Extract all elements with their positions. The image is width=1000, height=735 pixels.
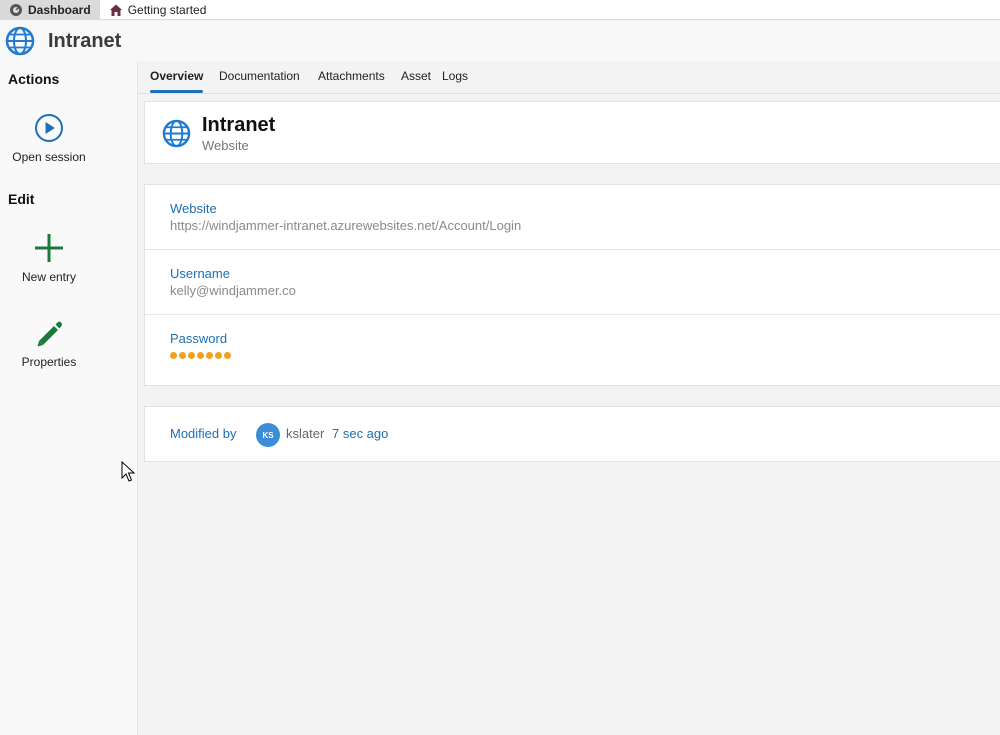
entry-summary-panel: Intranet Website [144, 101, 1000, 164]
modified-time[interactable]: 7 sec ago [332, 426, 388, 441]
properties-button[interactable]: Properties [0, 317, 98, 369]
password-dot [179, 352, 186, 359]
entry-name: Intranet [202, 114, 276, 136]
password-field: Password [145, 315, 1000, 380]
password-dot [224, 352, 231, 359]
modified-by-user: kslater [286, 426, 325, 441]
tab-attachments[interactable]: Attachments [318, 69, 385, 83]
header-title: Intranet [48, 29, 122, 52]
sidebar: Actions Open session Edit New entry Prop… [0, 61, 138, 735]
tab-asset[interactable]: Asset [401, 69, 431, 83]
open-session-button[interactable]: Open session [0, 112, 98, 164]
password-masked-value[interactable] [170, 352, 231, 359]
tab-logs[interactable]: Logs [442, 69, 468, 83]
username-value[interactable]: kelly@windjammer.co [170, 283, 296, 298]
globe-icon [5, 26, 35, 56]
plus-icon [35, 234, 63, 262]
tab-overview[interactable]: Overview [150, 69, 203, 83]
properties-label: Properties [21, 355, 77, 369]
website-label: Website [170, 201, 217, 216]
website-field: Website https://windjammer-intranet.azur… [145, 185, 1000, 250]
active-tab-indicator [150, 90, 203, 93]
pencil-icon [37, 321, 62, 347]
password-dot [170, 352, 177, 359]
document-tab-bar: Dashboard Getting started [0, 0, 1000, 20]
main-content: Overview Documentation Attachments Asset… [138, 61, 1000, 735]
modified-by-label: Modified by [170, 426, 237, 441]
home-icon [109, 4, 122, 16]
password-dot [197, 352, 204, 359]
username-field: Username kelly@windjammer.co [145, 250, 1000, 315]
new-entry-label: New entry [21, 270, 77, 284]
entry-tab-bar: Overview Documentation Attachments Asset… [138, 61, 1000, 94]
password-dot [188, 352, 195, 359]
dashboard-icon [10, 3, 22, 16]
play-icon [35, 114, 63, 142]
tab-documentation[interactable]: Documentation [219, 69, 300, 83]
edit-section-title: Edit [8, 191, 35, 207]
password-dot [206, 352, 213, 359]
new-entry-button[interactable]: New entry [0, 232, 98, 284]
website-value[interactable]: https://windjammer-intranet.azurewebsite… [170, 218, 521, 233]
globe-icon [162, 119, 191, 148]
doc-tab-dashboard[interactable]: Dashboard [0, 0, 100, 19]
username-label: Username [170, 266, 230, 281]
open-session-label: Open session [12, 150, 86, 164]
doc-tab-label: Getting started [127, 2, 207, 17]
entry-fields-panel: Website https://windjammer-intranet.azur… [144, 184, 1000, 386]
entry-type: Website [202, 138, 249, 153]
doc-tab-label: Dashboard [28, 2, 91, 17]
password-dot [215, 352, 222, 359]
modified-by-panel: Modified by KS kslater 7 sec ago [144, 406, 1000, 462]
entry-header: Intranet [0, 21, 1000, 61]
actions-section-title: Actions [8, 71, 60, 87]
doc-tab-getting-started[interactable]: Getting started [100, 0, 216, 19]
avatar: KS [256, 423, 280, 447]
mouse-cursor-icon [121, 461, 136, 482]
password-label: Password [170, 331, 228, 346]
